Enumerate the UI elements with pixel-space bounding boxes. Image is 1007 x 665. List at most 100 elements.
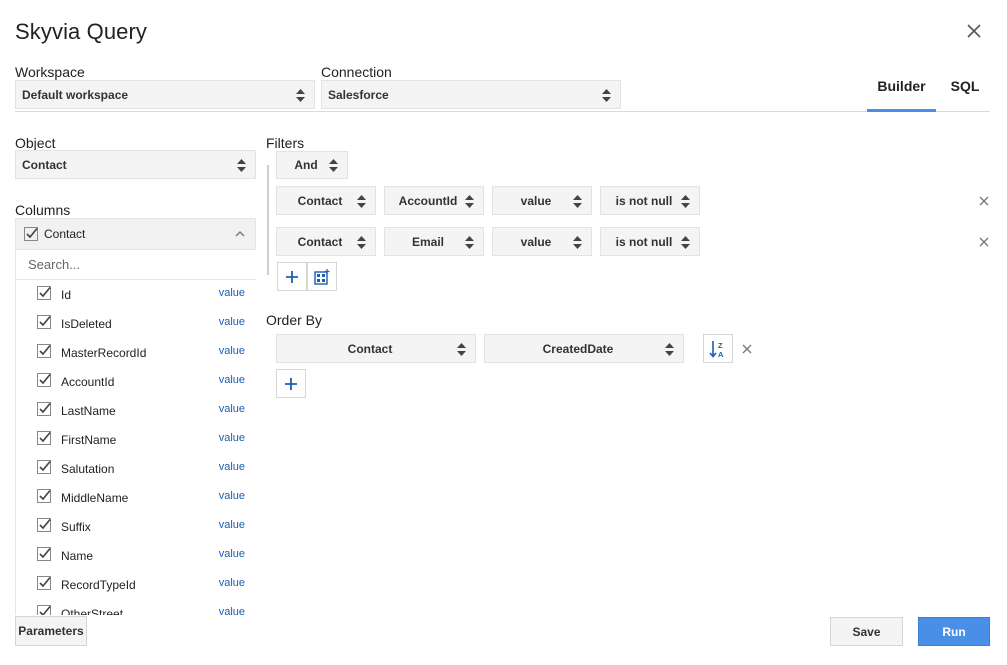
filter-object-select[interactable]: Contact	[276, 227, 376, 256]
add-filter-button[interactable]	[277, 262, 307, 291]
filter-group-line	[267, 165, 269, 275]
columns-label: Columns	[15, 202, 71, 218]
filter-object-value: Contact	[297, 234, 343, 249]
column-value-link[interactable]: value	[219, 287, 245, 299]
filter-type-select[interactable]: value	[492, 186, 592, 215]
select-arrows-icon	[237, 159, 246, 172]
add-order-button[interactable]	[276, 369, 306, 398]
close-icon[interactable]	[964, 21, 984, 41]
order-object-select[interactable]: Contact	[276, 334, 476, 363]
run-button[interactable]: Run	[918, 617, 990, 646]
column-name: LastName	[61, 404, 116, 418]
select-arrows-icon	[665, 343, 674, 356]
column-value-link[interactable]: value	[219, 432, 245, 444]
object-value: Contact	[22, 157, 67, 172]
object-label: Object	[15, 135, 56, 151]
column-item[interactable]: IsDeleted value	[16, 309, 256, 338]
column-item[interactable]: Id value	[16, 280, 256, 309]
select-arrows-icon	[573, 195, 582, 208]
column-value-link[interactable]: value	[219, 490, 245, 502]
column-value-link[interactable]: value	[219, 374, 245, 386]
connection-select[interactable]: Salesforce	[321, 80, 621, 109]
column-item[interactable]: LastName value	[16, 396, 256, 425]
column-name: OtherStreet	[61, 607, 124, 615]
workspace-select[interactable]: Default workspace	[15, 80, 315, 109]
checkbox-checked-icon[interactable]	[24, 227, 38, 241]
order-field-select[interactable]: CreatedDate	[484, 334, 684, 363]
order-object-value: Contact	[347, 341, 393, 356]
select-arrows-icon	[465, 195, 474, 208]
filter-operator-select[interactable]: is not null	[600, 186, 700, 215]
column-item[interactable]: AccountId value	[16, 367, 256, 396]
checkbox-checked-icon[interactable]	[37, 489, 51, 503]
filter-type-value: value	[520, 193, 552, 208]
column-name: FirstName	[61, 433, 117, 447]
filter-type-select[interactable]: value	[492, 227, 592, 256]
column-name: Suffix	[61, 520, 91, 534]
column-item[interactable]: MasterRecordId value	[16, 338, 256, 367]
add-filter-group-button[interactable]	[307, 262, 337, 291]
checkbox-checked-icon[interactable]	[37, 518, 51, 532]
sort-direction-button[interactable]: Z A	[703, 334, 733, 363]
filters-label: Filters	[266, 135, 305, 151]
workspace-value: Default workspace	[22, 87, 129, 102]
filter-field-select[interactable]: Email	[384, 227, 484, 256]
checkbox-checked-icon[interactable]	[37, 373, 51, 387]
filter-operator-value: is not null	[615, 193, 673, 208]
svg-text:A: A	[718, 350, 724, 359]
column-item[interactable]: Name value	[16, 541, 256, 570]
checkbox-checked-icon[interactable]	[37, 605, 51, 615]
page-title: Skyvia Query	[15, 19, 148, 44]
columns-list[interactable]: Id value IsDeleted value MasterRecordId value…	[15, 280, 256, 615]
order-field-value: CreatedDate	[542, 341, 614, 356]
connection-value: Salesforce	[328, 87, 389, 102]
checkbox-checked-icon[interactable]	[37, 315, 51, 329]
filter-operator-select[interactable]: is not null	[600, 227, 700, 256]
checkbox-checked-icon[interactable]	[37, 402, 51, 416]
filter-logic-select[interactable]: And	[276, 151, 348, 179]
remove-order-icon[interactable]	[741, 343, 753, 355]
select-arrows-icon	[465, 236, 474, 249]
columns-search-input[interactable]	[15, 250, 256, 280]
column-value-link[interactable]: value	[219, 519, 245, 531]
column-item[interactable]: Salutation value	[16, 454, 256, 483]
chevron-up-icon[interactable]	[235, 230, 245, 238]
save-button[interactable]: Save	[830, 617, 903, 646]
column-value-link[interactable]: value	[219, 316, 245, 328]
checkbox-checked-icon[interactable]	[37, 286, 51, 300]
column-value-link[interactable]: value	[219, 461, 245, 473]
tab-sql[interactable]: SQL	[945, 78, 985, 94]
column-value-link[interactable]: value	[219, 548, 245, 560]
column-name: MiddleName	[61, 491, 129, 505]
column-item[interactable]: MiddleName value	[16, 483, 256, 512]
column-name: MasterRecordId	[61, 346, 147, 360]
checkbox-checked-icon[interactable]	[37, 431, 51, 445]
object-select[interactable]: Contact	[15, 150, 256, 179]
checkbox-checked-icon[interactable]	[37, 344, 51, 358]
svg-text:Z: Z	[718, 341, 723, 350]
column-value-link[interactable]: value	[219, 403, 245, 415]
checkbox-checked-icon[interactable]	[37, 547, 51, 561]
tab-builder[interactable]: Builder	[867, 78, 936, 94]
parameters-button[interactable]: Parameters	[15, 616, 87, 646]
sort-z-a-icon: Z A	[709, 340, 724, 359]
columns-group-header[interactable]: Contact	[15, 218, 256, 250]
checkbox-checked-icon[interactable]	[37, 460, 51, 474]
checkbox-checked-icon[interactable]	[37, 576, 51, 590]
filter-object-select[interactable]: Contact	[276, 186, 376, 215]
column-item[interactable]: OtherStreet value	[16, 599, 256, 615]
filter-logic-value: And	[294, 158, 318, 172]
column-item[interactable]: FirstName value	[16, 425, 256, 454]
column-item[interactable]: RecordTypeId value	[16, 570, 256, 599]
connection-label: Connection	[321, 64, 392, 80]
columns-group-name: Contact	[44, 227, 86, 241]
filter-type-value: value	[520, 234, 552, 249]
column-value-link[interactable]: value	[219, 345, 245, 357]
column-item[interactable]: Suffix value	[16, 512, 256, 541]
column-value-link[interactable]: value	[219, 606, 245, 615]
column-value-link[interactable]: value	[219, 577, 245, 589]
filter-field-select[interactable]: AccountId	[384, 186, 484, 215]
remove-filter-icon[interactable]	[978, 236, 990, 248]
remove-filter-icon[interactable]	[978, 195, 990, 207]
select-arrows-icon	[357, 236, 366, 249]
